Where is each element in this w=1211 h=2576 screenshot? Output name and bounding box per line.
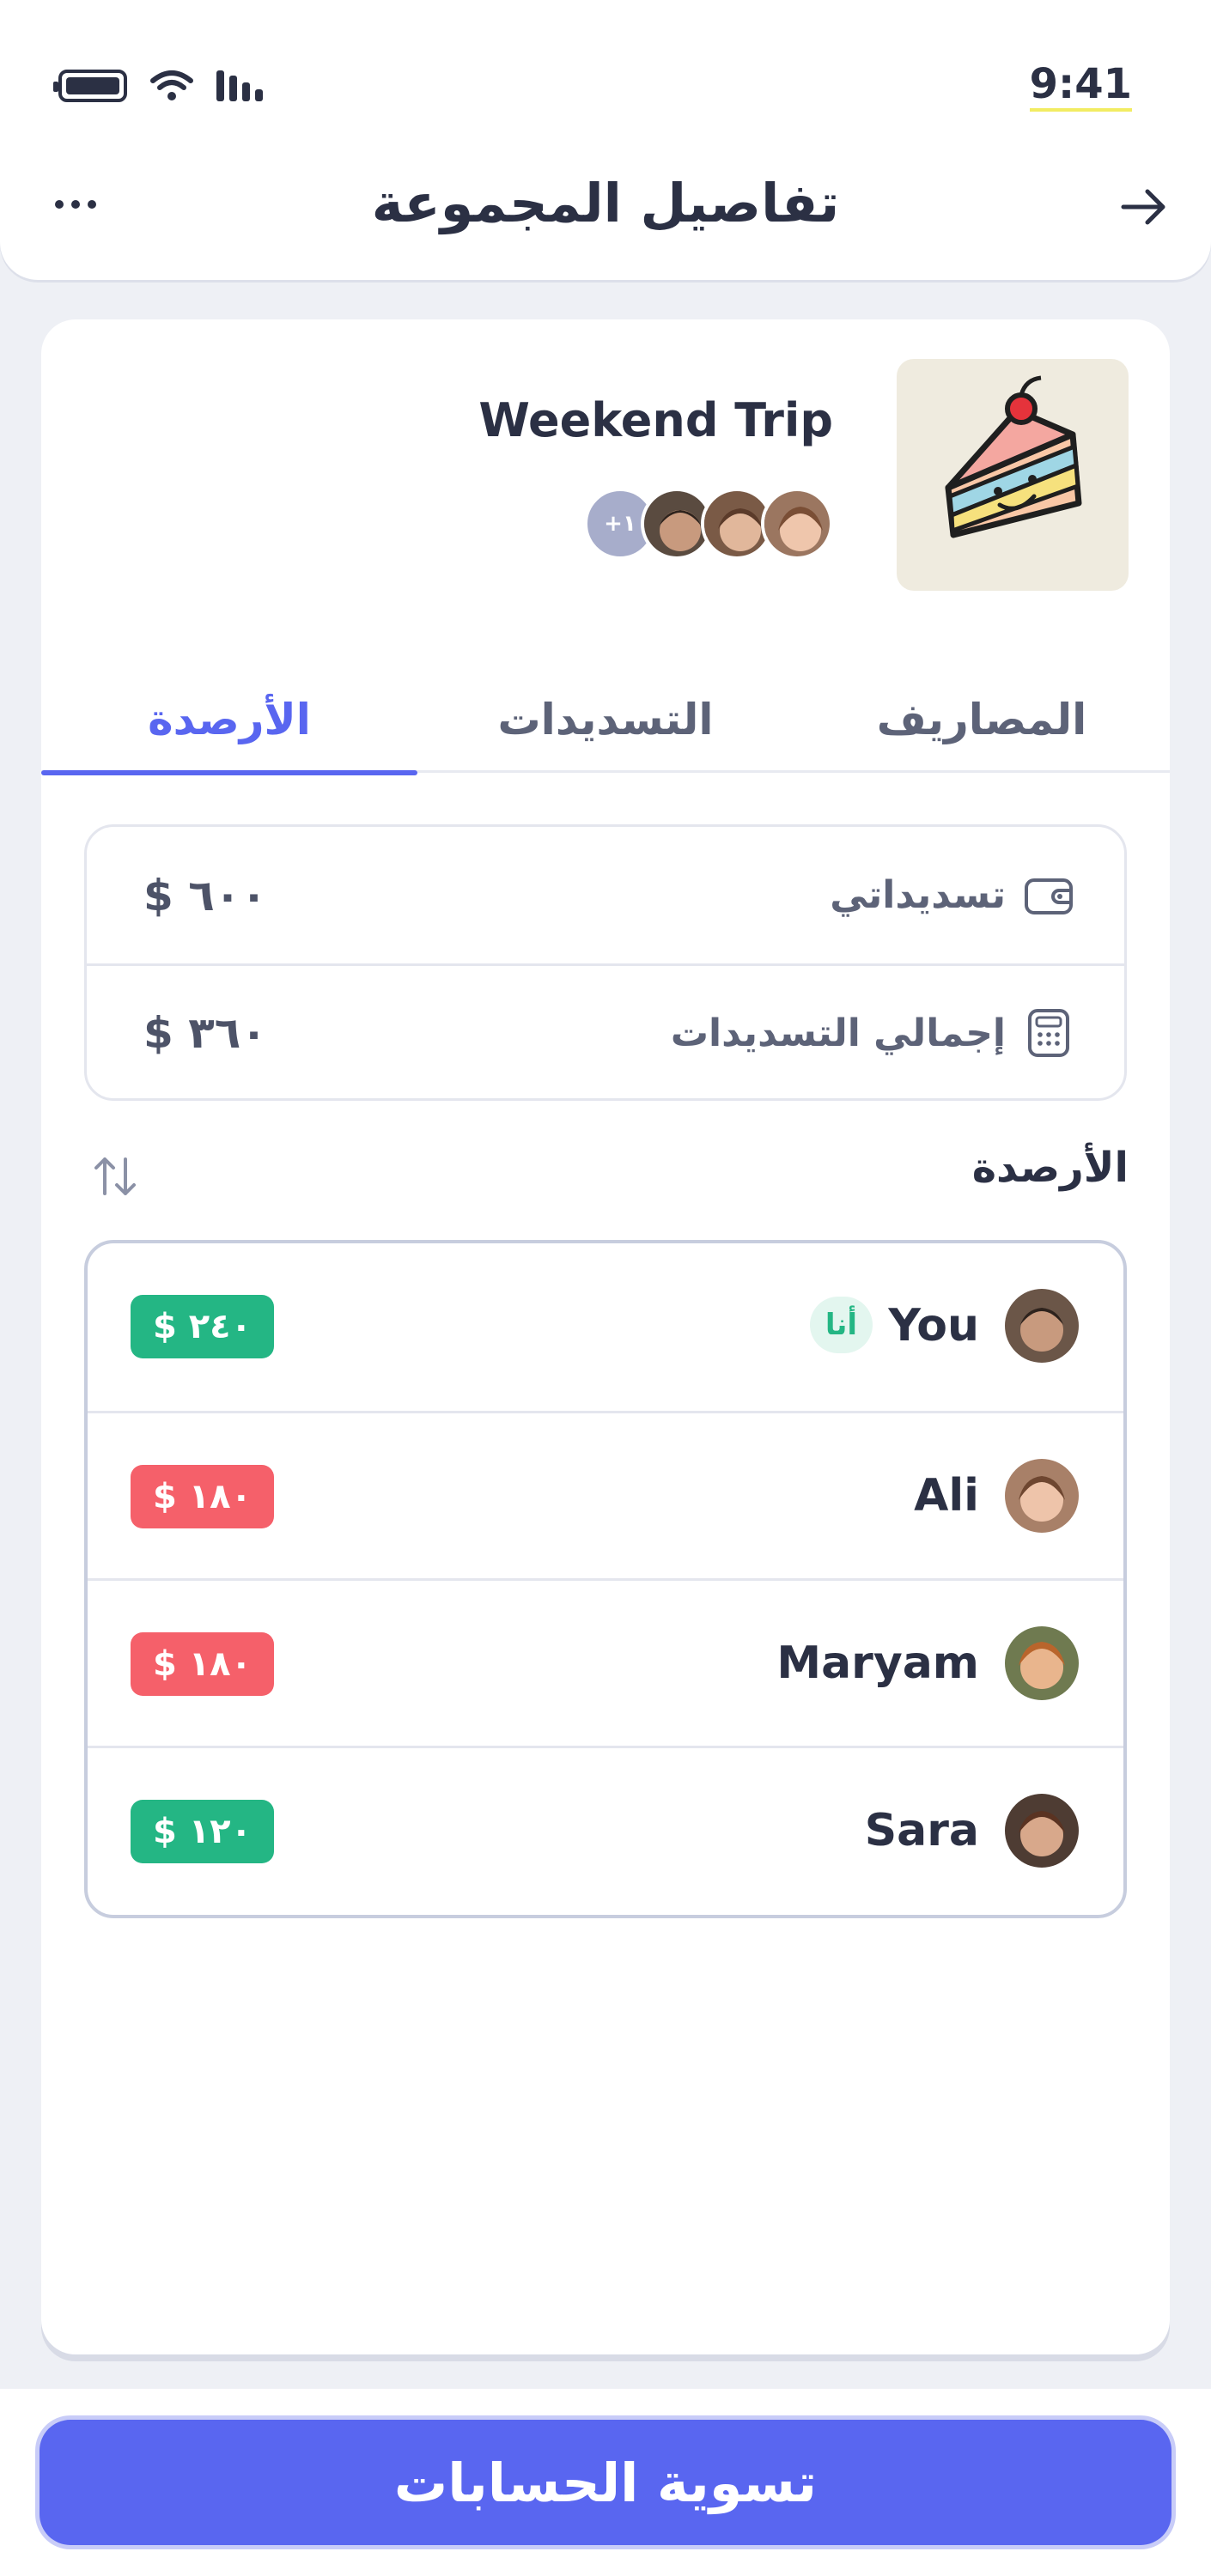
- total-payments-value: $ ٣٦٠: [143, 1008, 267, 1058]
- balances-list: You أنا $ ٢٤٠ Ali $ ١٨٠ Maryam $ ١٨٠ Sar…: [84, 1240, 1127, 1918]
- bottom-action-bar: تسوية الحسابات: [0, 2389, 1211, 2576]
- list-item[interactable]: Maryam $ ١٨٠: [88, 1578, 1123, 1746]
- member-name: Ali: [914, 1470, 979, 1522]
- member-name: Maryam: [776, 1637, 979, 1689]
- status-time: 9:41: [1029, 60, 1132, 112]
- my-payments-value: $ ٦٠٠: [143, 870, 267, 920]
- tab-balances[interactable]: الأرصدة: [41, 666, 417, 775]
- group-details-card: Weekend Trip +١ المصاريف التسديدات الأرص…: [41, 319, 1170, 2354]
- avatar: [1005, 1459, 1079, 1533]
- app-header: 9:41 تفاصيل المجموعة: [0, 0, 1211, 280]
- avatar: [761, 488, 833, 560]
- balances-title: الأرصدة: [971, 1144, 1129, 1192]
- member-name: Sara: [864, 1805, 979, 1856]
- balance-amount: $ ٢٤٠: [131, 1295, 275, 1358]
- sort-arrows-icon[interactable]: [89, 1152, 141, 1200]
- list-item[interactable]: Sara $ ١٢٠: [88, 1746, 1123, 1913]
- tab-expenses[interactable]: المصاريف: [794, 666, 1170, 773]
- list-item[interactable]: You أنا $ ٢٤٠: [88, 1243, 1123, 1411]
- tab-bar: المصاريف التسديدات الأرصدة: [41, 666, 1170, 775]
- arrow-right-icon[interactable]: [1113, 177, 1173, 237]
- member-name: You: [888, 1300, 979, 1352]
- me-badge: أنا: [809, 1297, 873, 1353]
- payments-summary: تسديداتي $ ٦٠٠ إجمالي التسديدات $ ٣٦٠: [84, 824, 1127, 1101]
- member-avatar-stack[interactable]: +١: [584, 488, 833, 560]
- status-icons: [53, 67, 263, 105]
- balance-amount: $ ١٨٠: [131, 1632, 275, 1696]
- my-payments-row: تسديداتي $ ٦٠٠: [87, 827, 1124, 963]
- wallet-icon: [1025, 878, 1073, 914]
- avatar: [1005, 1626, 1079, 1700]
- balance-amount: $ ١٢٠: [131, 1800, 275, 1863]
- battery-icon: [53, 70, 127, 102]
- list-item[interactable]: Ali $ ١٨٠: [88, 1411, 1123, 1578]
- settle-up-button[interactable]: تسوية الحسابات: [40, 2420, 1171, 2545]
- group-thumbnail: [897, 359, 1129, 591]
- my-payments-label: تسديداتي: [830, 873, 1006, 917]
- cake-slice-icon: [945, 375, 1082, 538]
- wifi-icon: [150, 70, 193, 100]
- cellular-signal-icon: [216, 70, 263, 101]
- total-payments-row: إجمالي التسديدات $ ٣٦٠: [87, 963, 1124, 1100]
- avatar: [1005, 1289, 1079, 1363]
- total-payments-label: إجمالي التسديدات: [670, 1011, 1006, 1055]
- group-name: Weekend Trip: [478, 393, 833, 447]
- balance-amount: $ ١٨٠: [131, 1465, 275, 1528]
- avatar: [1005, 1794, 1079, 1868]
- tab-payments[interactable]: التسديدات: [417, 666, 794, 773]
- calculator-icon: [1028, 1009, 1069, 1057]
- page-title: تفاصيل المجموعة: [371, 172, 840, 234]
